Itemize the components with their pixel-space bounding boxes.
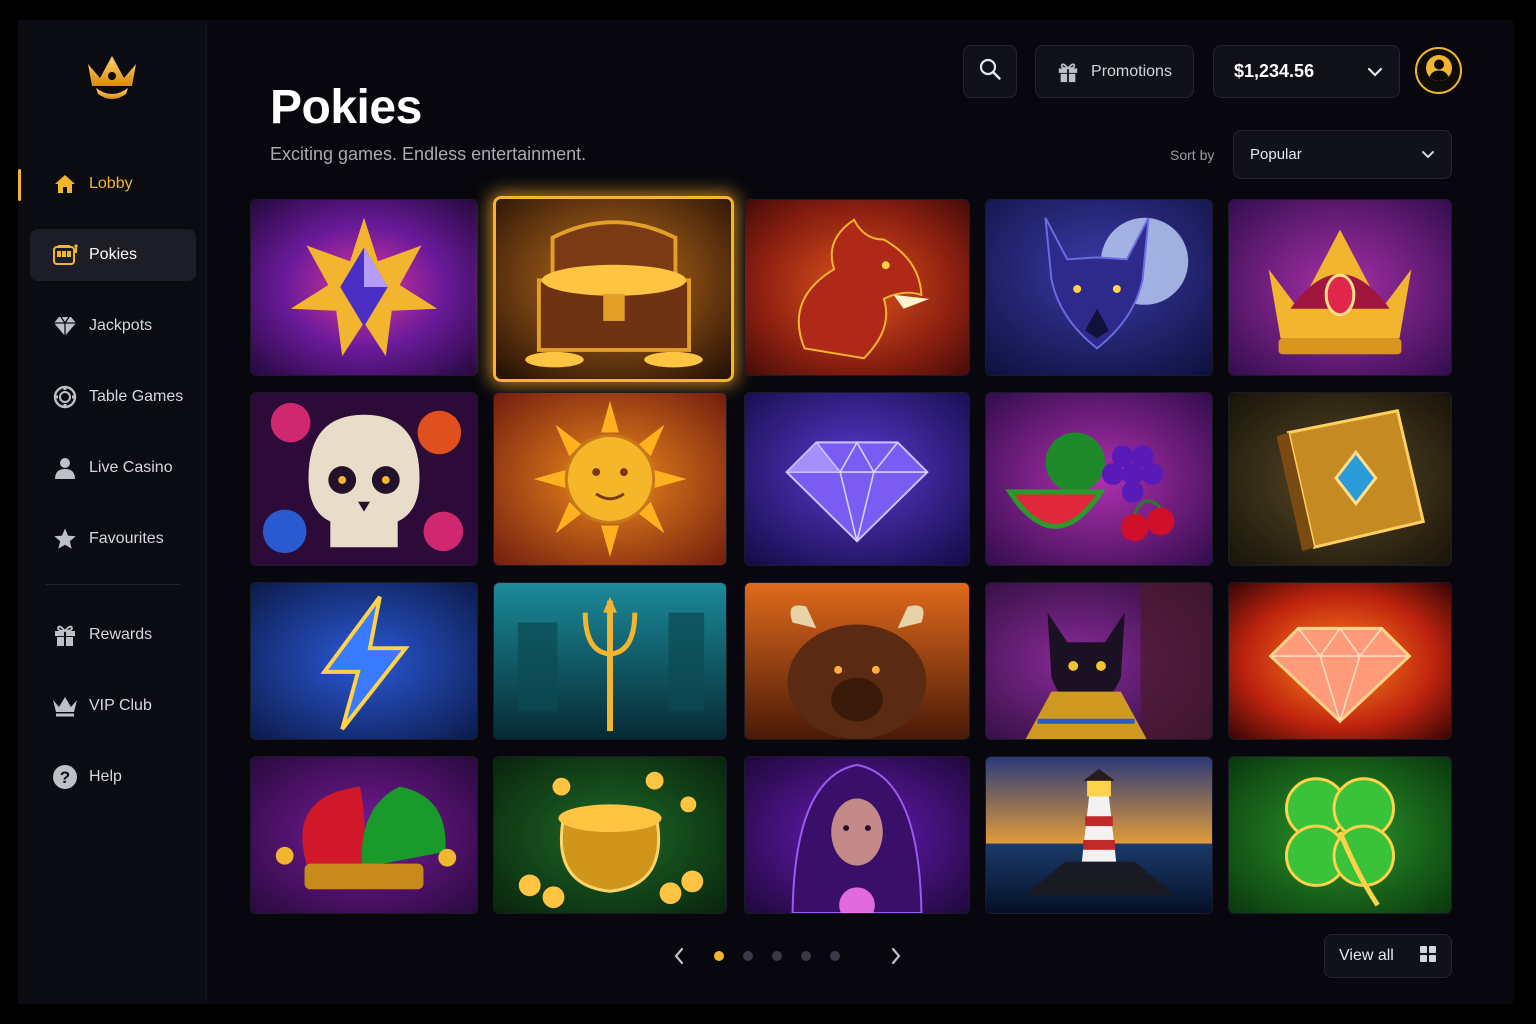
sidebar-item-table-games[interactable]: Table Games [30, 371, 196, 423]
promotions-button[interactable]: Promotions [1035, 45, 1194, 98]
sidebar-item-label: Favourites [89, 530, 164, 547]
promotions-label: Promotions [1091, 62, 1172, 80]
sidebar-item-lobby[interactable]: Lobby [18, 158, 196, 210]
search-icon [979, 58, 1001, 85]
game-tile-red-dragon[interactable] [744, 199, 970, 376]
svg-text:?: ? [60, 768, 70, 787]
sidebar-item-favourites[interactable]: Favourites [30, 513, 196, 565]
game-tile-golden-book[interactable] [1228, 392, 1452, 566]
balance-value: $1,234.56 [1234, 61, 1315, 81]
gift-icon [1057, 61, 1079, 83]
sidebar-item-live-casino[interactable]: Live Casino [30, 442, 196, 494]
page-dot-4[interactable] [801, 951, 811, 961]
slot-machine-icon [52, 242, 78, 268]
page-subtitle: Exciting games. Endless entertainment. [270, 144, 587, 164]
home-icon [52, 171, 78, 197]
active-indicator [18, 169, 21, 201]
game-tile-golden-sun[interactable] [493, 392, 727, 566]
sidebar-item-label: Live Casino [89, 459, 173, 476]
crown-logo-icon[interactable] [82, 50, 142, 102]
game-grid [250, 196, 1452, 914]
game-tile-fire-gem[interactable] [1228, 582, 1452, 740]
sidebar-item-vip-club[interactable]: VIP Club [30, 680, 196, 732]
game-tile-royal-crown[interactable] [1228, 199, 1452, 376]
game-tile-egyptian-cat[interactable] [985, 582, 1213, 740]
search-button[interactable] [963, 45, 1017, 98]
view-all-button[interactable]: View all [1324, 934, 1452, 978]
game-tile-lighthouse[interactable] [985, 756, 1213, 914]
game-tile-four-leaf-clover[interactable] [1228, 756, 1452, 914]
sidebar-item-pokies[interactable]: Pokies [30, 229, 196, 281]
sidebar-item-label: Help [89, 768, 122, 785]
game-tile-jester-hat[interactable] [250, 756, 478, 914]
user-avatar-button[interactable] [1415, 47, 1462, 94]
app-window: Lobby Pokies Jackpots Table Games Live C… [18, 20, 1514, 1004]
sort-value: Popular [1250, 146, 1302, 163]
balance-dropdown[interactable]: $1,234.56 [1213, 45, 1400, 98]
game-tile-hooded-sorceress[interactable] [744, 756, 970, 914]
page-dot-1[interactable] [714, 951, 724, 961]
page-title: Pokies [270, 81, 422, 134]
sort-select[interactable]: Popular [1233, 130, 1452, 179]
sidebar-item-label: VIP Club [89, 697, 152, 714]
star-icon [52, 526, 78, 552]
chevron-right-icon[interactable] [884, 944, 908, 968]
chevron-left-icon[interactable] [667, 944, 691, 968]
game-tile-sugar-skull[interactable] [250, 392, 478, 566]
sidebar-item-label: Lobby [89, 175, 133, 192]
page-dot-2[interactable] [743, 951, 753, 961]
chevron-down-icon [1421, 146, 1435, 163]
sidebar-divider [46, 584, 180, 585]
person-icon [52, 455, 78, 481]
page-dot-3[interactable] [772, 951, 782, 961]
chevron-down-icon [1367, 61, 1383, 82]
sidebar-item-jackpots[interactable]: Jackpots [30, 300, 196, 352]
view-all-label: View all [1339, 947, 1394, 964]
page-dot-5[interactable] [830, 951, 840, 961]
sort-label: Sort by [1170, 147, 1215, 163]
help-icon: ? [52, 764, 78, 790]
game-tile-pot-of-gold[interactable] [493, 756, 727, 914]
game-tile-buffalo[interactable] [744, 582, 970, 740]
grid-icon [1419, 945, 1437, 968]
pagination [667, 942, 927, 970]
game-tile-magic-star[interactable] [250, 199, 478, 376]
sidebar-item-label: Jackpots [89, 317, 153, 334]
sidebar-item-rewards[interactable]: Rewards [30, 609, 196, 661]
game-tile-trident-atlantis[interactable] [493, 582, 727, 740]
sidebar-item-label: Pokies [89, 246, 138, 263]
game-tile-wolf-moon[interactable] [985, 199, 1213, 376]
game-tile-lightning-bolt[interactable] [250, 582, 478, 740]
sidebar-nav: Lobby Pokies Jackpots Table Games Live C… [18, 158, 196, 822]
game-tile-blue-diamond[interactable] [744, 392, 970, 566]
crown-icon [52, 693, 78, 719]
sidebar-item-help[interactable]: ? Help [30, 751, 196, 803]
sidebar-item-label: Rewards [89, 626, 153, 643]
sidebar: Lobby Pokies Jackpots Table Games Live C… [18, 20, 207, 1004]
diamond-icon [52, 313, 78, 339]
poker-chip-icon [52, 384, 78, 410]
user-icon [1424, 53, 1454, 88]
game-tile-fruits[interactable] [985, 392, 1213, 566]
main-content: Pokies Exciting games. Endless entertain… [207, 20, 1514, 1004]
game-tile-treasure-chest[interactable] [493, 196, 734, 382]
sidebar-item-label: Table Games [89, 388, 184, 405]
gift-icon [52, 622, 78, 648]
